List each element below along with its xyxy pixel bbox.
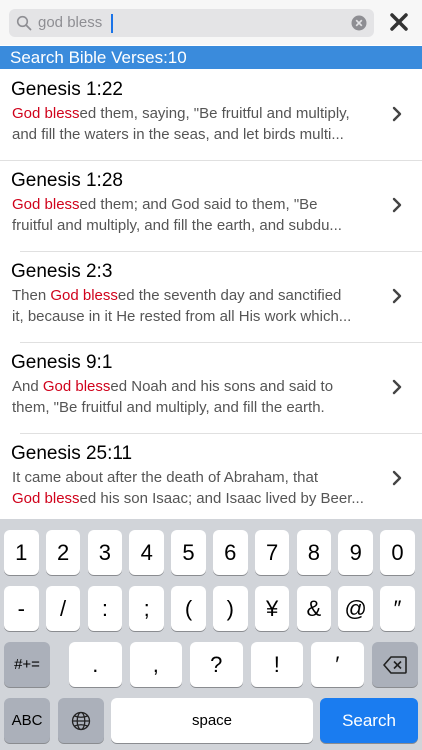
chevron-right-icon bbox=[392, 470, 402, 486]
key-6[interactable]: 6 bbox=[213, 530, 248, 575]
key-symbol[interactable]: / bbox=[45, 586, 81, 631]
key-symbol[interactable]: ; bbox=[129, 586, 164, 631]
key-0[interactable]: 0 bbox=[380, 530, 415, 575]
key-symbol[interactable]: ) bbox=[213, 586, 248, 631]
search-icon bbox=[16, 15, 32, 31]
snippet-text: ed his son Isaac; and Isaac lived by Bee… bbox=[79, 490, 364, 507]
result-row[interactable]: Genesis 9:1 And God blessed Noah and his … bbox=[0, 342, 422, 434]
verse-snippet: God blessed them, saying, "Be fruitful a… bbox=[12, 103, 386, 145]
globe-key[interactable] bbox=[58, 698, 104, 743]
key-punctuation[interactable]: . bbox=[69, 642, 122, 687]
clear-icon[interactable] bbox=[351, 15, 367, 31]
verse-reference: Genesis 25:11 bbox=[11, 443, 133, 464]
close-icon[interactable] bbox=[388, 11, 410, 33]
verse-snippet-line: God blessed his son Isaac; and Isaac liv… bbox=[12, 488, 386, 509]
globe-icon bbox=[71, 711, 91, 730]
verse-snippet-line: God blessed them; and God said to them, … bbox=[12, 194, 386, 215]
key-1[interactable]: 1 bbox=[4, 530, 39, 575]
chevron-right-icon bbox=[392, 379, 402, 395]
verse-snippet: And God blessed Noah and his sons and sa… bbox=[12, 376, 386, 418]
results-count-label: Search Bible Verses:10 bbox=[10, 48, 187, 67]
key-symbol[interactable]: : bbox=[87, 586, 123, 631]
keyboard: 1 2 3 4 5 6 7 8 9 0 - /:;() ¥ & @ ″ #+=.,?! ′ ABC space Sear… bbox=[0, 519, 422, 750]
search-key[interactable]: Search bbox=[320, 698, 418, 743]
more-symbols-key[interactable]: #+= bbox=[4, 642, 50, 687]
search-bar bbox=[0, 0, 422, 45]
key-punctuation[interactable]: ′ bbox=[311, 642, 364, 687]
key-7[interactable]: 7 bbox=[254, 530, 290, 575]
key-symbol[interactable]: ¥ bbox=[254, 586, 290, 631]
verse-snippet-line: fruitful and multiply, and fill the eart… bbox=[12, 215, 386, 236]
verse-reference: Genesis 1:28 bbox=[11, 170, 123, 191]
verse-snippet-line: It came about after the death of Abraham… bbox=[12, 467, 386, 488]
search-match-highlight: God bless bbox=[50, 287, 118, 304]
snippet-text: ed the seventh day and sanctified bbox=[117, 287, 342, 304]
key-4[interactable]: 4 bbox=[129, 530, 164, 575]
search-match-highlight: God bless bbox=[12, 490, 80, 507]
key-5[interactable]: 5 bbox=[171, 530, 206, 575]
verse-snippet-line: And God blessed Noah and his sons and sa… bbox=[12, 376, 386, 397]
snippet-text: fruitful and multiply, and fill the eart… bbox=[12, 217, 342, 234]
verse-snippet: Then God blessed the seventh day and san… bbox=[12, 285, 386, 327]
snippet-text: it, because in it He rested from all His… bbox=[12, 308, 352, 325]
key-symbol[interactable]: @ bbox=[338, 586, 373, 631]
abc-key[interactable]: ABC bbox=[4, 698, 50, 743]
key-3[interactable]: 3 bbox=[87, 530, 123, 575]
result-row[interactable]: Genesis 2:3 Then God blessed the seventh … bbox=[0, 251, 422, 343]
search-input[interactable] bbox=[38, 9, 318, 37]
snippet-text: It came about after the death of Abraham… bbox=[12, 469, 319, 486]
result-row[interactable]: Genesis 1:28 God blessed them; and God sa… bbox=[0, 160, 422, 252]
snippet-text: ed them; and God said to them, "Be bbox=[79, 196, 318, 213]
snippet-text: Then bbox=[12, 287, 51, 304]
verse-snippet-line: them, "Be fruitful and multiply, and fil… bbox=[12, 397, 386, 418]
chevron-right-icon bbox=[392, 106, 402, 122]
chevron-right-icon bbox=[392, 197, 402, 213]
delete-key[interactable] bbox=[372, 642, 418, 687]
text-caret bbox=[111, 14, 113, 33]
verse-snippet-line: Then God blessed the seventh day and san… bbox=[12, 285, 386, 306]
chevron-right-icon bbox=[392, 288, 402, 304]
key-symbol[interactable]: - bbox=[4, 586, 39, 631]
verse-reference: Genesis 2:3 bbox=[11, 261, 113, 282]
snippet-text: them, "Be fruitful and multiply, and fil… bbox=[12, 399, 325, 416]
key-symbol[interactable]: ″ bbox=[380, 586, 415, 631]
snippet-text: And bbox=[12, 378, 43, 395]
search-match-highlight: God bless bbox=[12, 105, 80, 122]
verse-reference: Genesis 9:1 bbox=[11, 352, 113, 373]
key-2[interactable]: 2 bbox=[45, 530, 81, 575]
key-8[interactable]: 8 bbox=[296, 530, 332, 575]
key-symbol[interactable]: ( bbox=[171, 586, 206, 631]
key-punctuation[interactable]: ! bbox=[250, 642, 303, 687]
snippet-text: and fill the waters in the seas, and let… bbox=[12, 126, 344, 143]
verse-snippet-line: God blessed them, saying, "Be fruitful a… bbox=[12, 103, 386, 124]
snippet-text: ed Noah and his sons and said to bbox=[110, 378, 334, 395]
key-punctuation[interactable]: ? bbox=[190, 642, 243, 687]
verse-snippet-line: it, because in it He rested from all His… bbox=[12, 306, 386, 327]
key-symbol[interactable]: & bbox=[296, 586, 332, 631]
key-punctuation[interactable]: , bbox=[129, 642, 182, 687]
verse-reference: Genesis 1:22 bbox=[11, 79, 123, 100]
verse-snippet-line: and fill the waters in the seas, and let… bbox=[12, 124, 386, 145]
search-match-highlight: God bless bbox=[12, 196, 80, 213]
results-header: Search Bible Verses:10 bbox=[0, 46, 422, 69]
results-list[interactable]: Genesis 1:22 God blessed them, saying, "B… bbox=[0, 69, 422, 518]
verse-snippet: God blessed them; and God said to them, … bbox=[12, 194, 386, 236]
key-9[interactable]: 9 bbox=[338, 530, 373, 575]
search-field[interactable] bbox=[9, 9, 374, 37]
snippet-text: ed them, saying, "Be fruitful and multip… bbox=[79, 105, 350, 122]
result-row[interactable]: Genesis 25:11 It came about after the dea… bbox=[0, 433, 422, 518]
backspace-icon bbox=[383, 655, 407, 674]
result-row[interactable]: Genesis 1:22 God blessed them, saying, "B… bbox=[0, 69, 422, 161]
verse-snippet: It came about after the death of Abraham… bbox=[12, 467, 386, 509]
space-key[interactable]: space bbox=[111, 698, 313, 743]
search-match-highlight: God bless bbox=[42, 378, 111, 395]
